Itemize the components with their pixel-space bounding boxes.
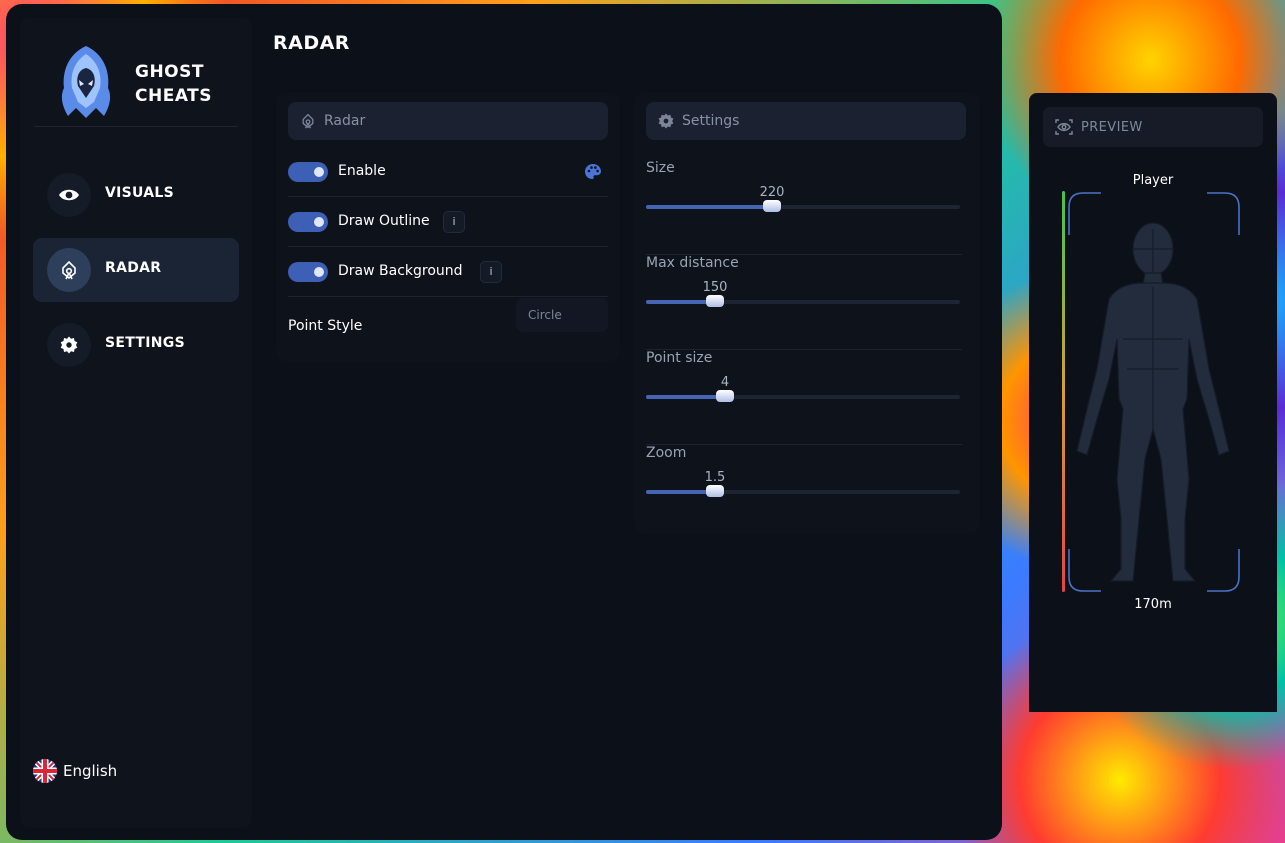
ghost-logo-icon [61,46,111,118]
preview-panel: PREVIEW Player 170m [1029,93,1277,712]
zoom-slider[interactable] [646,485,960,497]
info-icon[interactable]: i [443,211,465,233]
slider-value: 1.5 [704,470,726,485]
sidebar-item-label: RADAR [105,260,162,276]
size-slider-row: Size 220 [646,160,962,255]
brand-name: GHOST CHEATS [135,62,212,106]
slider-label: Max distance [646,255,739,271]
point-size-slider-row: Point size 4 [646,350,962,445]
panel-title: Settings [682,113,740,129]
max-distance-slider-row: Max distance 150 [646,255,962,350]
enable-toggle[interactable] [288,162,328,182]
sidebar-item-label: SETTINGS [105,335,185,351]
size-slider[interactable] [646,200,960,212]
radar-icon [47,248,91,292]
preview-header: PREVIEW [1043,107,1263,147]
gear-icon [47,323,91,367]
slider-fill [646,490,715,494]
panel-title: Radar [324,113,366,129]
brand: GHOST CHEATS [40,30,240,130]
slider-value: 220 [759,185,785,200]
toggle-knob [314,167,324,177]
option-row-draw-outline: Draw Outline i [288,197,608,247]
slider-thumb[interactable] [706,485,724,497]
slider-fill [646,395,725,399]
point-style-label: Point Style [288,318,363,334]
option-label: Draw Outline [338,213,430,229]
point-size-slider[interactable] [646,390,960,402]
info-icon[interactable]: i [480,261,502,283]
preview-title: PREVIEW [1081,119,1143,135]
gear-icon [658,113,674,129]
slider-fill [646,300,715,304]
slider-thumb[interactable] [763,200,781,212]
slider-thumb[interactable] [716,390,734,402]
slider-label: Point size [646,350,713,366]
toggle-knob [314,267,324,277]
slider-value: 150 [702,280,728,295]
option-label: Enable [338,163,386,179]
option-label: Draw Background [338,263,463,279]
eye-scan-icon [1055,119,1073,135]
draw-outline-toggle[interactable] [288,212,328,232]
page-title: RADAR [273,32,350,54]
sidebar: GHOST CHEATS VISUALS RADAR SETTINGS Engl… [20,18,252,828]
language-label: English [63,762,118,780]
sidebar-item-settings[interactable]: SETTINGS [33,313,239,377]
health-bar [1062,191,1065,592]
slider-label: Zoom [646,445,687,461]
player-model [1076,222,1230,582]
language-selector[interactable]: English [33,758,117,784]
settings-panel: Settings Size 220 Max distance 150 Point… [634,92,980,534]
sidebar-item-visuals[interactable]: VISUALS [33,163,239,227]
settings-panel-header: Settings [646,102,966,140]
zoom-slider-row: Zoom 1.5 [646,445,962,540]
sidebar-item-label: VISUALS [105,185,175,201]
sidebar-item-radar[interactable]: RADAR [33,238,239,302]
slider-fill [646,205,772,209]
slider-thumb[interactable] [706,295,724,307]
slider-value: 4 [720,375,730,390]
radar-panel-header: Radar [288,102,608,140]
option-row-enable: Enable [288,147,608,197]
draw-background-toggle[interactable] [288,262,328,282]
radar-icon [302,113,314,129]
distance-label: 170m [1134,597,1172,612]
radar-panel: Radar Enable Draw Outline i Draw Backgro… [276,92,620,362]
main-window: GHOST CHEATS VISUALS RADAR SETTINGS Engl… [6,4,1002,840]
uk-flag-icon [33,759,57,783]
slider-label: Size [646,160,675,176]
point-style-select[interactable]: Circle [516,298,608,332]
divider [34,126,238,127]
eye-icon [47,173,91,217]
option-row-draw-background: Draw Background i [288,247,608,297]
toggle-knob [314,217,324,227]
max-distance-slider[interactable] [646,295,960,307]
palette-icon[interactable] [584,163,602,181]
player-name: Player [1132,173,1174,188]
